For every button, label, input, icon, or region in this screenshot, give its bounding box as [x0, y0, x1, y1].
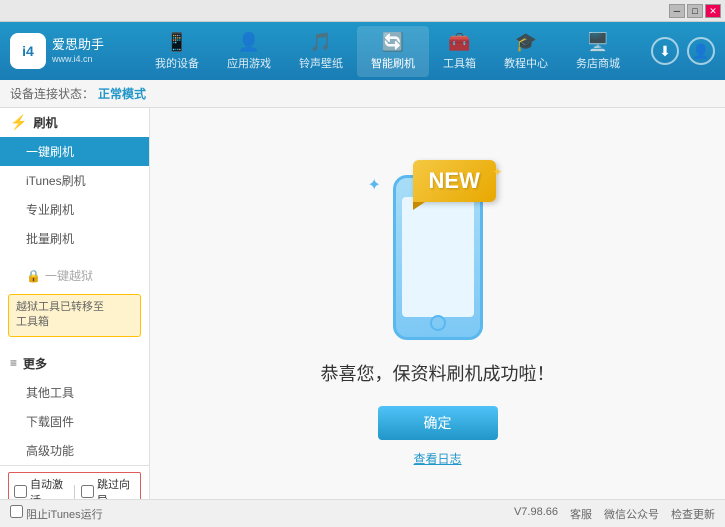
sidebar-item-other-tools[interactable]: 其他工具	[0, 378, 149, 407]
nav-label-ringtones: 铃声壁纸	[299, 55, 343, 71]
auto-activate-label[interactable]: 自动激活	[14, 476, 68, 499]
nav-item-service[interactable]: 🖥️ 务店商城	[562, 26, 634, 77]
download-button[interactable]: ⬇	[651, 37, 679, 65]
more-section-label: 更多	[23, 355, 47, 372]
auto-guide-label[interactable]: 跳过向导	[81, 476, 135, 499]
lock-icon: 🔒	[26, 269, 41, 283]
header-right: ⬇ 👤	[651, 37, 715, 65]
other-tools-label: 其他工具	[26, 386, 74, 400]
maximize-button[interactable]: □	[687, 4, 703, 18]
device-icon: 📱	[166, 32, 188, 53]
itunes-checkbox-label[interactable]: 阻止iTunes运行	[10, 505, 103, 522]
sidebar-item-pro-flash[interactable]: 专业刷机	[0, 195, 149, 224]
batch-flash-label: 批量刷机	[26, 232, 74, 246]
status-value: 正常模式	[98, 85, 146, 102]
more-section-icon: ≡	[10, 356, 17, 370]
user-button[interactable]: 👤	[687, 37, 715, 65]
nav-bar: 📱 我的设备 👤 应用游戏 🎵 铃声壁纸 🔄 智能刷机 🧰 工具箱 🎓 教程中心…	[124, 26, 651, 77]
close-button[interactable]: ✕	[705, 4, 721, 18]
tutorial-icon: 🎓	[515, 32, 537, 53]
success-title: 恭喜您，保资料刷机成功啦！	[321, 360, 555, 386]
toolbox-icon: 🧰	[448, 32, 470, 53]
sidebar-item-advanced[interactable]: 高级功能	[0, 436, 149, 465]
itunes-label: 阻止iTunes运行	[26, 509, 103, 521]
nav-item-ringtones[interactable]: 🎵 铃声壁纸	[285, 26, 357, 77]
nav-label-app-games: 应用游戏	[227, 55, 271, 71]
main-layout: ⚡ 刷机 一键刷机 iTunes刷机 专业刷机 批量刷机 🔒 一键越狱 越狱工具…	[0, 108, 725, 499]
titlebar: ─ □ ✕	[0, 0, 725, 22]
sidebar-item-itunes-flash[interactable]: iTunes刷机	[0, 166, 149, 195]
nav-label-smart-flash: 智能刷机	[371, 55, 415, 71]
nav-label-service: 务店商城	[576, 55, 620, 71]
disabled-label: 一键越狱	[45, 267, 93, 284]
log-link[interactable]: 查看日志	[413, 450, 461, 467]
onekey-flash-label: 一键刷机	[26, 145, 74, 159]
logo-text: 爱思助手 www.i4.cn	[52, 37, 104, 66]
bottom-bar: 阻止iTunes运行 V7.98.66 客服 微信公众号 检查更新	[0, 499, 725, 527]
nav-item-toolbox[interactable]: 🧰 工具箱	[429, 26, 490, 77]
wechat-link[interactable]: 微信公众号	[604, 506, 659, 522]
sidebar-disabled-jailbreak: 🔒 一键越狱	[0, 261, 149, 290]
nav-label-toolbox: 工具箱	[443, 55, 476, 71]
ringtones-icon: 🎵	[310, 32, 332, 53]
check-update-link[interactable]: 检查更新	[671, 506, 715, 522]
smart-flash-icon: 🔄	[382, 32, 404, 53]
star-right-icon: ✦	[492, 165, 502, 179]
advanced-label: 高级功能	[26, 444, 74, 458]
auto-guide-text: 跳过向导	[97, 476, 135, 499]
warning-text: 越狱工具已转移至工具箱	[16, 301, 104, 328]
star-left-icon: ✦	[368, 175, 381, 195]
success-illustration: NEW ✦ ✦	[348, 140, 528, 340]
nav-item-smart-flash[interactable]: 🔄 智能刷机	[357, 26, 429, 77]
confirm-btn-label: 确定	[424, 415, 452, 431]
flash-section-icon: ⚡	[10, 114, 27, 131]
auto-guide-checkbox[interactable]	[81, 485, 94, 498]
sidebar-flash-header: ⚡ 刷机	[0, 108, 149, 137]
sidebar-item-onekey-flash[interactable]: 一键刷机	[0, 137, 149, 166]
sidebar-item-download-firmware[interactable]: 下载固件	[0, 407, 149, 436]
nav-item-tutorial[interactable]: 🎓 教程中心	[490, 26, 562, 77]
sidebar-item-batch-flash[interactable]: 批量刷机	[0, 224, 149, 253]
auto-activate-text: 自动激活	[30, 476, 68, 499]
device-section: 自动激活 跳过向导 📱 iPhone 15 Pro Max 512GB iPho…	[0, 465, 149, 499]
itunes-flash-label: iTunes刷机	[26, 174, 86, 188]
bottom-left: 阻止iTunes运行	[10, 505, 103, 522]
sidebar: ⚡ 刷机 一键刷机 iTunes刷机 专业刷机 批量刷机 🔒 一键越狱 越狱工具…	[0, 108, 150, 499]
nav-label-tutorial: 教程中心	[504, 55, 548, 71]
logo-icon: i4	[10, 33, 46, 69]
header: i4 爱思助手 www.i4.cn 📱 我的设备 👤 应用游戏 🎵 铃声壁纸 🔄…	[0, 22, 725, 80]
pro-flash-label: 专业刷机	[26, 203, 74, 217]
minimize-button[interactable]: ─	[669, 4, 685, 18]
itunes-checkbox[interactable]	[10, 505, 23, 518]
nav-label-my-device: 我的设备	[155, 55, 199, 71]
nav-item-app-games[interactable]: 👤 应用游戏	[213, 26, 285, 77]
content-area: NEW ✦ ✦ 恭喜您，保资料刷机成功啦！ 确定 查看日志	[150, 108, 725, 499]
app-games-icon: 👤	[238, 32, 260, 53]
phone-screen	[402, 197, 474, 317]
status-prefix: 设备连接状态：	[10, 85, 94, 102]
new-badge: NEW	[413, 160, 496, 202]
nav-item-my-device[interactable]: 📱 我的设备	[141, 26, 213, 77]
auto-activate-checkbox[interactable]	[14, 485, 27, 498]
phone-home-button	[430, 315, 446, 331]
version-label: V7.98.66	[514, 506, 558, 522]
log-link-text: 查看日志	[413, 452, 461, 466]
new-badge-text: NEW	[429, 168, 480, 193]
service-icon: 🖥️	[587, 32, 609, 53]
download-firmware-label: 下载固件	[26, 415, 74, 429]
bottom-right: V7.98.66 客服 微信公众号 检查更新	[514, 506, 715, 522]
sidebar-warning-box: 越狱工具已转移至工具箱	[8, 294, 141, 337]
auto-options-box: 自动激活 跳过向导	[8, 472, 141, 499]
confirm-button[interactable]: 确定	[378, 406, 498, 440]
logo[interactable]: i4 爱思助手 www.i4.cn	[10, 33, 104, 69]
sidebar-more-header: ≡ 更多	[0, 349, 149, 378]
flash-section-label: 刷机	[33, 114, 57, 131]
status-bar: 设备连接状态： 正常模式	[0, 80, 725, 108]
customer-link[interactable]: 客服	[570, 506, 592, 522]
options-divider	[74, 485, 75, 499]
